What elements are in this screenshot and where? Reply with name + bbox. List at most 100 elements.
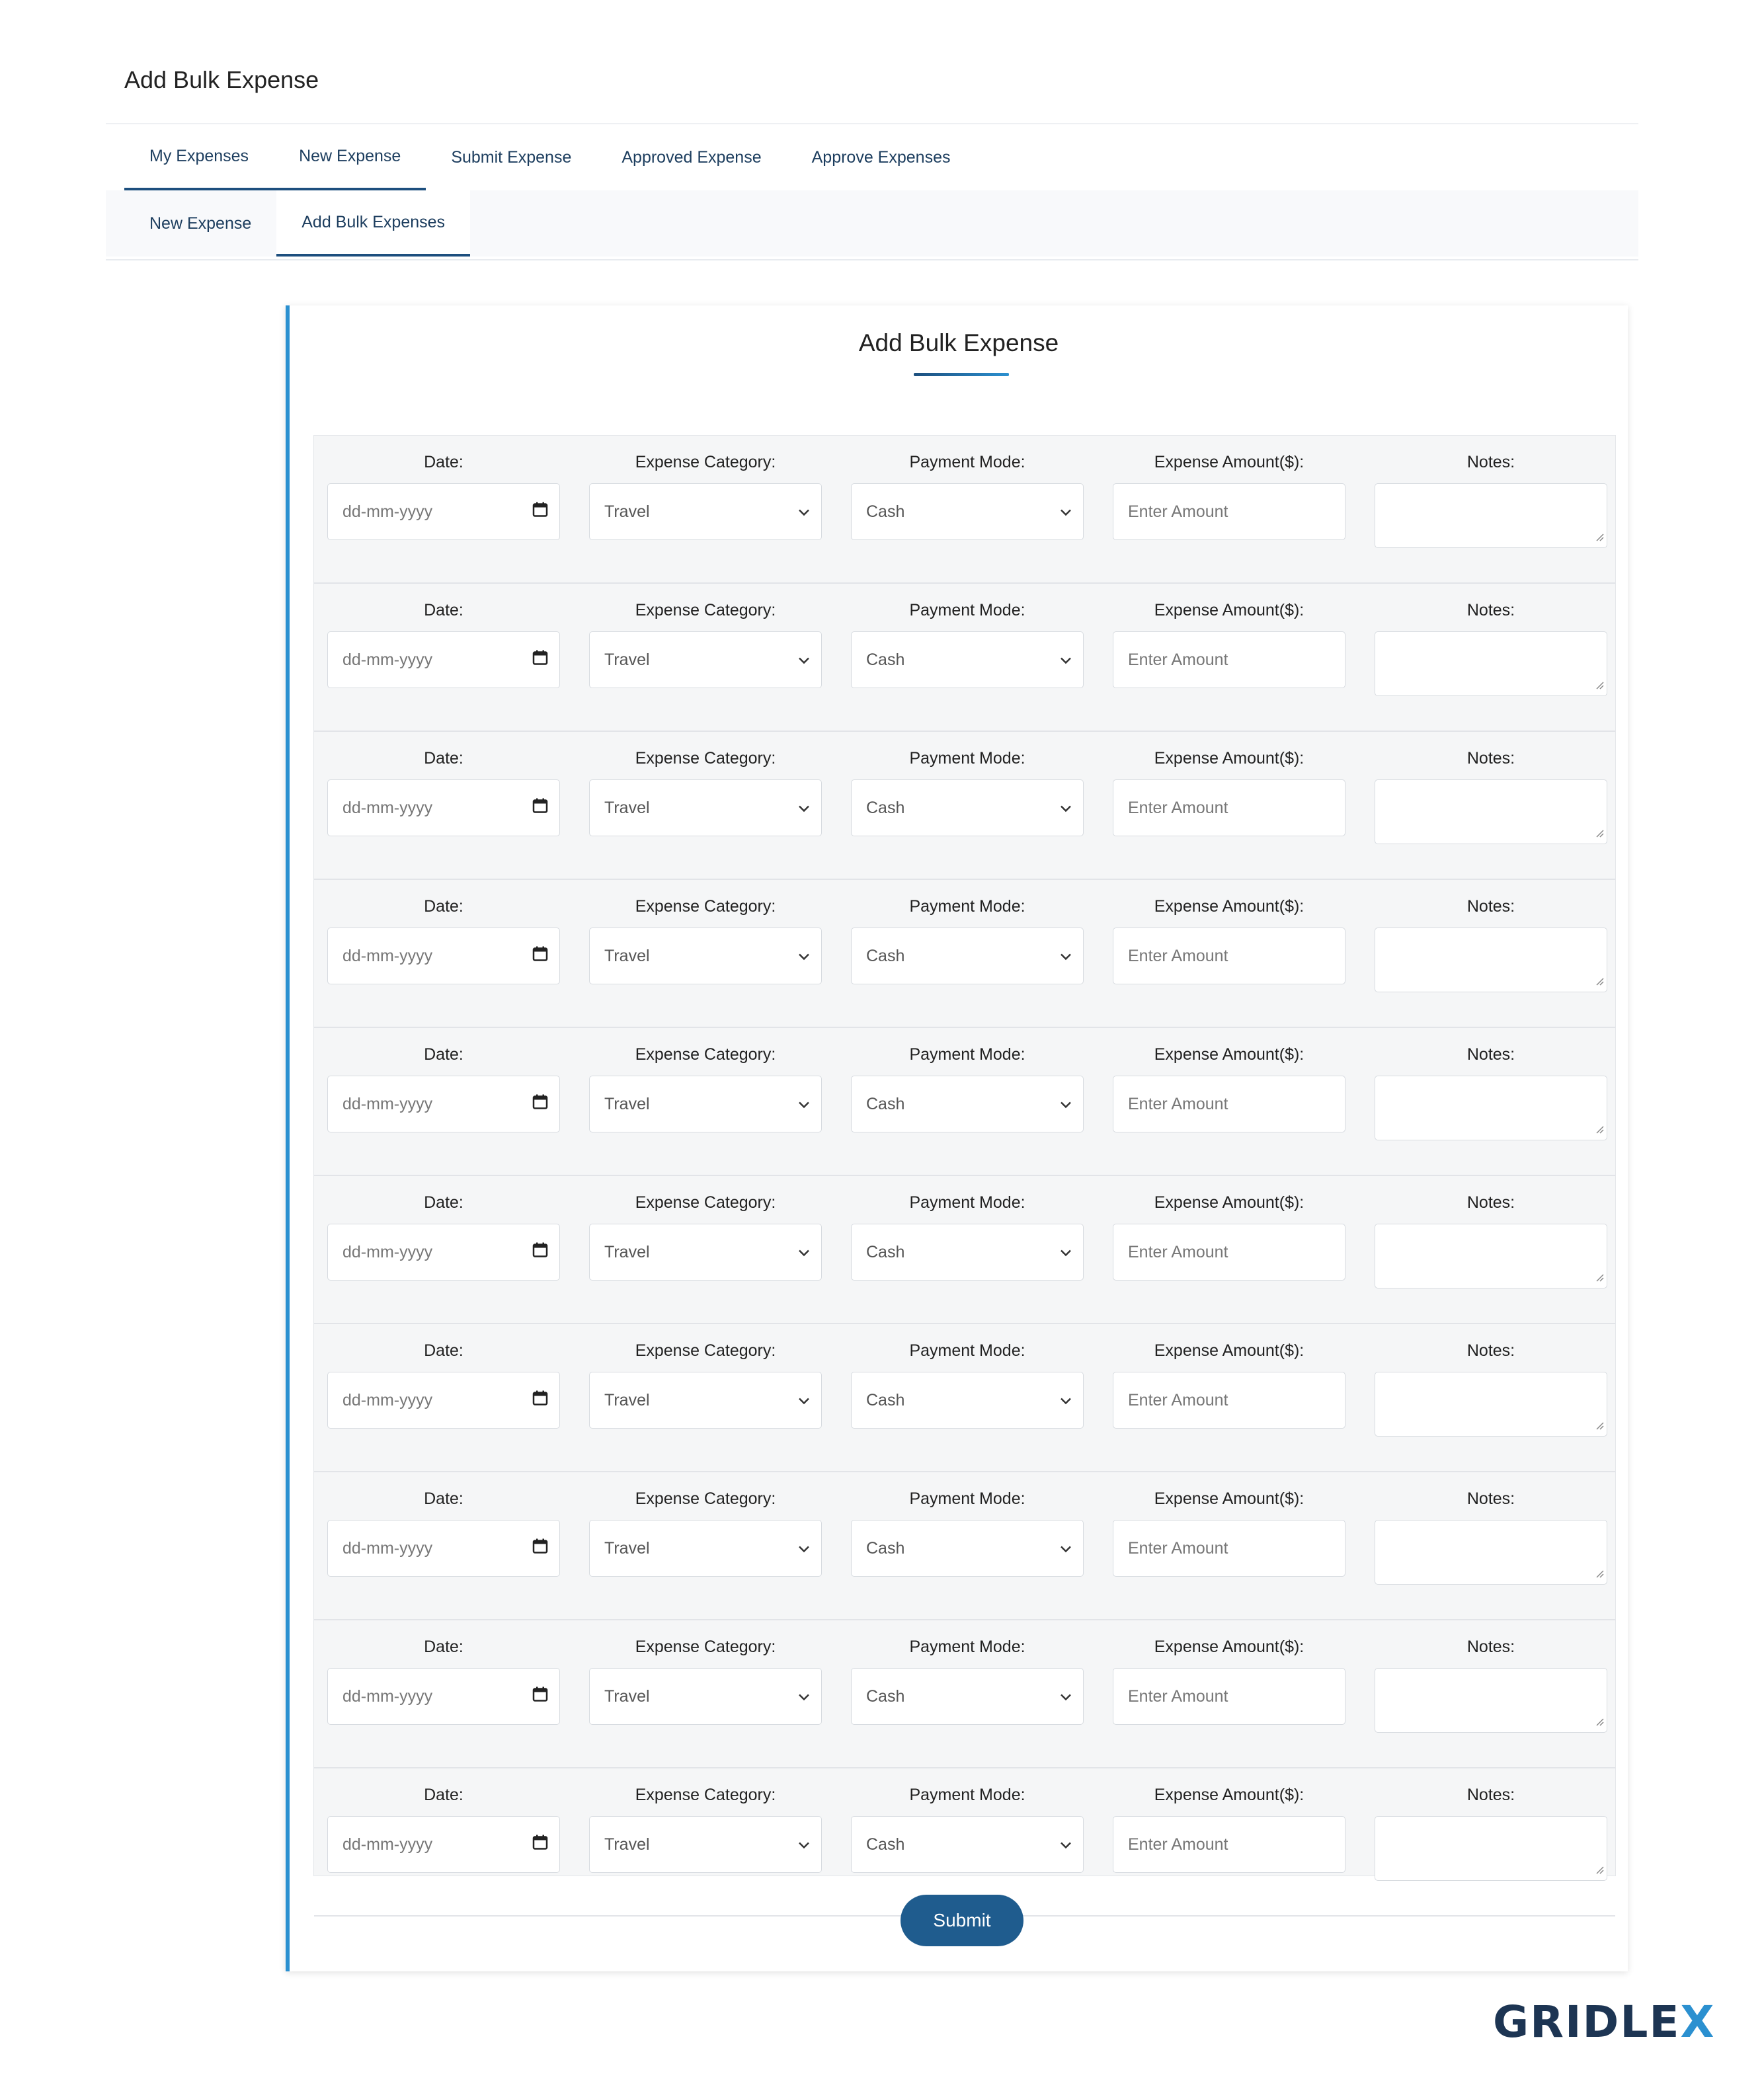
date-input[interactable]: dd-mm-yyyy xyxy=(327,1520,560,1577)
category-select[interactable]: Travel xyxy=(589,1816,822,1873)
resize-grip-icon[interactable] xyxy=(1595,1569,1604,1581)
date-label: Date: xyxy=(424,749,463,768)
notes-textarea[interactable] xyxy=(1375,1224,1607,1288)
amount-input[interactable]: Enter Amount xyxy=(1113,928,1345,984)
payment-select[interactable]: Cash xyxy=(851,1372,1084,1429)
date-input[interactable]: dd-mm-yyyy xyxy=(327,1372,560,1429)
date-placeholder: dd-mm-yyyy xyxy=(342,1390,433,1409)
category-select[interactable]: Travel xyxy=(589,483,822,540)
date-input[interactable]: dd-mm-yyyy xyxy=(327,1668,560,1725)
calendar-icon[interactable] xyxy=(532,501,549,523)
submit-button[interactable]: Submit xyxy=(901,1895,1023,1946)
amount-input[interactable]: Enter Amount xyxy=(1113,1224,1345,1281)
calendar-icon[interactable] xyxy=(532,1242,549,1263)
calendar-icon[interactable] xyxy=(532,1390,549,1411)
category-value: Travel xyxy=(604,1242,650,1261)
date-label: Date: xyxy=(424,1786,463,1804)
amount-input[interactable]: Enter Amount xyxy=(1113,1372,1345,1429)
amount-placeholder: Enter Amount xyxy=(1128,502,1228,521)
notes-textarea[interactable] xyxy=(1375,1372,1607,1437)
tab-new-expense[interactable]: New Expense xyxy=(274,124,426,190)
logo-text: GRIDLE xyxy=(1493,1997,1681,2047)
amount-input[interactable]: Enter Amount xyxy=(1113,1520,1345,1577)
date-input[interactable]: dd-mm-yyyy xyxy=(327,483,560,540)
amount-input[interactable]: Enter Amount xyxy=(1113,1076,1345,1132)
calendar-icon[interactable] xyxy=(532,945,549,967)
subtab-new-expense[interactable]: New Expense xyxy=(124,190,276,257)
amount-input[interactable]: Enter Amount xyxy=(1113,1816,1345,1873)
amount-input[interactable]: Enter Amount xyxy=(1113,483,1345,540)
date-placeholder: dd-mm-yyyy xyxy=(342,502,433,521)
payment-select[interactable]: Cash xyxy=(851,779,1084,836)
payment-select[interactable]: Cash xyxy=(851,483,1084,540)
category-select[interactable]: Travel xyxy=(589,631,822,688)
amount-input[interactable]: Enter Amount xyxy=(1113,779,1345,836)
category-select[interactable]: Travel xyxy=(589,1076,822,1132)
tab-approved-expense[interactable]: Approved Expense xyxy=(596,124,786,190)
tab-label: Add Bulk Expenses xyxy=(301,212,446,231)
expense-row: Date: dd-mm-yyyy Expense Category: Travel Pa… xyxy=(314,584,1615,732)
payment-select[interactable]: Cash xyxy=(851,1668,1084,1725)
notes-textarea[interactable] xyxy=(1375,1076,1607,1140)
date-input[interactable]: dd-mm-yyyy xyxy=(327,1076,560,1132)
bulk-expense-card: Add Bulk Expense Date: dd-mm-yyyy Expense … xyxy=(286,305,1628,1971)
payment-select[interactable]: Cash xyxy=(851,1076,1084,1132)
date-input[interactable]: dd-mm-yyyy xyxy=(327,631,560,688)
calendar-icon[interactable] xyxy=(532,1093,549,1115)
date-placeholder: dd-mm-yyyy xyxy=(342,946,433,965)
notes-textarea[interactable] xyxy=(1375,483,1607,548)
date-label: Date: xyxy=(424,453,463,471)
payment-value: Cash xyxy=(866,946,905,965)
resize-grip-icon[interactable] xyxy=(1595,1273,1604,1285)
chevron-down-icon xyxy=(797,1539,811,1558)
category-select[interactable]: Travel xyxy=(589,928,822,984)
chevron-down-icon xyxy=(1059,651,1072,670)
payment-value: Cash xyxy=(866,1686,905,1706)
calendar-icon[interactable] xyxy=(532,797,549,819)
amount-input[interactable]: Enter Amount xyxy=(1113,1668,1345,1725)
notes-textarea[interactable] xyxy=(1375,631,1607,696)
calendar-icon[interactable] xyxy=(532,1834,549,1856)
expense-row: Date: dd-mm-yyyy Expense Category: Travel Pa… xyxy=(314,1176,1615,1324)
notes-textarea[interactable] xyxy=(1375,779,1607,844)
category-label: Expense Category: xyxy=(635,1786,776,1804)
subtab-add-bulk-expenses[interactable]: Add Bulk Expenses xyxy=(276,190,471,257)
category-select[interactable]: Travel xyxy=(589,1372,822,1429)
notes-textarea[interactable] xyxy=(1375,1668,1607,1733)
tab-my-expenses[interactable]: My Expenses xyxy=(124,124,274,190)
amount-input[interactable]: Enter Amount xyxy=(1113,631,1345,688)
resize-grip-icon[interactable] xyxy=(1595,532,1604,545)
category-label: Expense Category: xyxy=(635,749,776,768)
resize-grip-icon[interactable] xyxy=(1595,680,1604,693)
category-select[interactable]: Travel xyxy=(589,1224,822,1281)
tab-approve-expenses[interactable]: Approve Expenses xyxy=(787,124,976,190)
notes-textarea[interactable] xyxy=(1375,1520,1607,1585)
calendar-icon[interactable] xyxy=(532,649,549,671)
notes-textarea[interactable] xyxy=(1375,1816,1607,1881)
date-input[interactable]: dd-mm-yyyy xyxy=(327,1816,560,1873)
resize-grip-icon[interactable] xyxy=(1595,1125,1604,1137)
date-placeholder: dd-mm-yyyy xyxy=(342,798,433,817)
date-input[interactable]: dd-mm-yyyy xyxy=(327,928,560,984)
category-select[interactable]: Travel xyxy=(589,1520,822,1577)
calendar-icon[interactable] xyxy=(532,1538,549,1560)
resize-grip-icon[interactable] xyxy=(1595,828,1604,841)
payment-select[interactable]: Cash xyxy=(851,1520,1084,1577)
payment-select[interactable]: Cash xyxy=(851,928,1084,984)
payment-select[interactable]: Cash xyxy=(851,631,1084,688)
resize-grip-icon[interactable] xyxy=(1595,1717,1604,1729)
tab-submit-expense[interactable]: Submit Expense xyxy=(426,124,596,190)
calendar-icon[interactable] xyxy=(532,1686,549,1708)
resize-grip-icon[interactable] xyxy=(1595,1421,1604,1433)
date-input[interactable]: dd-mm-yyyy xyxy=(327,779,560,836)
date-input[interactable]: dd-mm-yyyy xyxy=(327,1224,560,1281)
category-select[interactable]: Travel xyxy=(589,779,822,836)
resize-grip-icon[interactable] xyxy=(1595,1865,1604,1878)
date-placeholder: dd-mm-yyyy xyxy=(342,1242,433,1261)
payment-select[interactable]: Cash xyxy=(851,1224,1084,1281)
payment-select[interactable]: Cash xyxy=(851,1816,1084,1873)
category-select[interactable]: Travel xyxy=(589,1668,822,1725)
resize-grip-icon[interactable] xyxy=(1595,976,1604,989)
notes-textarea[interactable] xyxy=(1375,928,1607,992)
notes-label: Notes: xyxy=(1466,1489,1515,1508)
